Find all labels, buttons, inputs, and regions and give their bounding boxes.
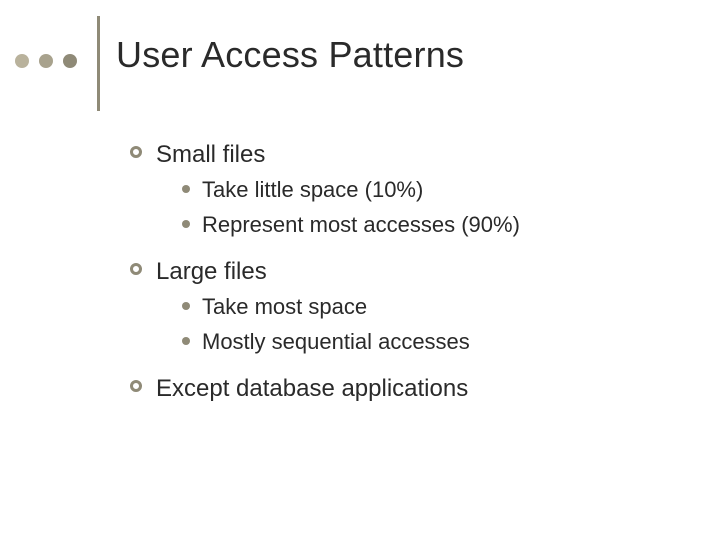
level2-item: Take little space (10%) [182,176,690,205]
decor-dot-icon [39,54,53,68]
level1-label: Small files [156,140,265,170]
level2-item: Take most space [182,293,690,322]
hollow-bullet-icon [130,146,142,158]
solid-bullet-icon [182,302,190,310]
list-item: Large files Take most space Mostly seque… [130,257,690,356]
level1-label: Large files [156,257,267,287]
slide-content: Small files Take little space (10%) Repr… [130,140,690,404]
level2-item: Mostly sequential accesses [182,328,690,357]
level2-label: Take most space [202,293,367,322]
hollow-bullet-icon [130,263,142,275]
level1-label: Except database applications [156,374,468,404]
level1-item: Except database applications [130,374,690,404]
list-item: Except database applications [130,374,690,404]
solid-bullet-icon [182,337,190,345]
title-decoration [15,54,87,68]
decor-dot-icon [15,54,29,68]
list-item: Small files Take little space (10%) Repr… [130,140,690,239]
level2-label: Take little space (10%) [202,176,423,205]
level2-label: Mostly sequential accesses [202,328,470,357]
decor-dot-icon [63,54,77,68]
slide: User Access Patterns Small files Take li… [0,0,720,540]
level1-item: Small files [130,140,690,170]
solid-bullet-icon [182,220,190,228]
hollow-bullet-icon [130,380,142,392]
solid-bullet-icon [182,185,190,193]
decor-vertical-line [97,16,100,111]
level2-item: Represent most accesses (90%) [182,211,690,240]
level2-label: Represent most accesses (90%) [202,211,520,240]
level1-item: Large files [130,257,690,287]
slide-title: User Access Patterns [116,34,464,76]
